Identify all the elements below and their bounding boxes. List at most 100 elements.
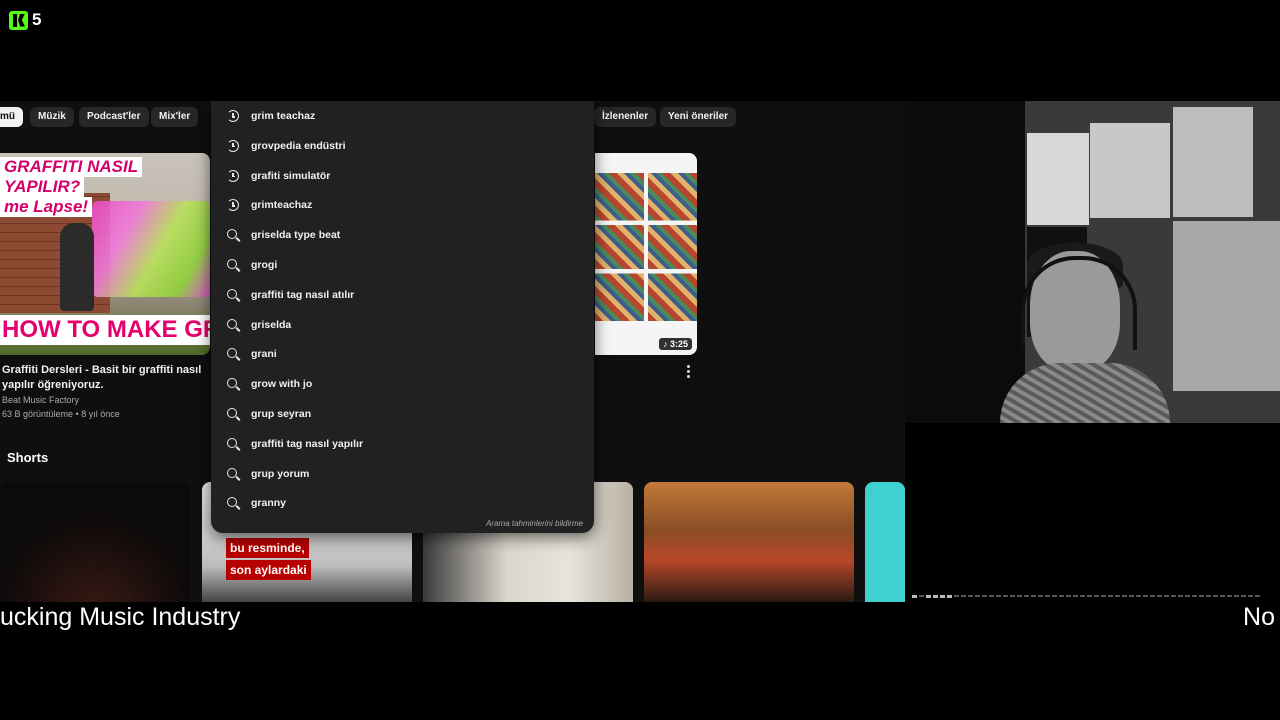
suggestion-item[interactable]: graffiti tag nasıl yapılır — [211, 429, 594, 459]
suggestion-text: grani — [251, 348, 277, 361]
thumb-bottom-text: HOW TO MAKE GR — [0, 315, 210, 345]
suggestion-item[interactable]: griselda — [211, 310, 594, 340]
suggestion-item[interactable]: graffiti tag nasıl atılır — [211, 280, 594, 310]
suggestion-text: graffiti tag nasıl atılır — [251, 288, 355, 301]
meter-segment — [1227, 595, 1232, 597]
meter-segment — [1199, 595, 1204, 597]
meter-segment — [982, 595, 987, 597]
poster — [1090, 123, 1170, 218]
meter-segment — [1017, 595, 1022, 597]
suggestion-item[interactable]: grim teachaz — [211, 101, 594, 131]
shorts-heading: Shorts — [7, 450, 49, 465]
meter-segment — [996, 595, 1001, 597]
suggestion-text: grafiti simulatör — [251, 169, 331, 182]
short-card[interactable] — [0, 482, 190, 602]
kick-logo-icon — [9, 10, 28, 30]
meter-segment — [1220, 595, 1225, 597]
suggestion-item[interactable]: grogi — [211, 250, 594, 280]
meter-segment — [1248, 595, 1253, 597]
meter-segment — [968, 595, 973, 597]
meter-segment — [1024, 595, 1029, 597]
search-icon — [226, 318, 240, 332]
suggestion-item[interactable]: grani — [211, 339, 594, 369]
meter-segment — [1122, 595, 1127, 597]
video-thumbnail-2[interactable]: ♪ 3:25 — [595, 153, 697, 355]
meter-segment — [1129, 595, 1134, 597]
search-icon — [226, 258, 240, 272]
meter-segment — [1038, 595, 1043, 597]
search-icon — [226, 347, 240, 361]
chip-mixes[interactable]: Mix'ler — [151, 107, 199, 127]
poster — [1173, 107, 1253, 217]
meter-segment — [1192, 595, 1197, 597]
headset-icon — [1021, 256, 1137, 350]
meter-segment — [1052, 595, 1057, 597]
video-title[interactable]: Graffiti Dersleri - Basit bir graffiti n… — [2, 363, 222, 393]
suggestion-text: griselda type beat — [251, 229, 341, 242]
meter-segment — [1241, 595, 1246, 597]
meter-segment — [1185, 595, 1190, 597]
suggestion-item[interactable]: grafiti simulatör — [211, 161, 594, 191]
meter-segment — [1059, 595, 1064, 597]
meter-segment — [947, 594, 952, 598]
meter-segment — [1087, 595, 1092, 597]
chip-new-suggestions[interactable]: Yeni öneriler — [660, 107, 737, 127]
search-icon — [226, 496, 240, 510]
suggestion-item[interactable]: grup seyran — [211, 399, 594, 429]
meter-segment — [1213, 595, 1218, 597]
suggestion-item[interactable]: grup yorum — [211, 459, 594, 489]
meter-segment — [961, 595, 966, 597]
history-icon — [226, 139, 240, 153]
ticker-text: ucking Music Industry — [0, 603, 241, 631]
report-predictions-link[interactable]: Arama tahminlerini bildirme — [486, 519, 583, 528]
suggestion-text: grimteachaz — [251, 199, 313, 212]
chip-watched[interactable]: İzlenenler — [594, 107, 657, 127]
meter-segment — [989, 595, 994, 597]
poster — [1027, 133, 1089, 225]
thumbnail-graffiti — [92, 201, 210, 297]
channel-name[interactable]: Beat Music Factory — [2, 395, 79, 405]
suggestion-item[interactable]: granny — [211, 488, 594, 518]
thumb-text-line: GRAFFITI NASIL — [0, 157, 143, 177]
meter-segment — [1108, 595, 1113, 597]
meter-segment — [1164, 595, 1169, 597]
meter-segment — [1115, 595, 1120, 597]
audio-level-meter — [912, 592, 1272, 600]
short-caption: son aylardaki — [226, 560, 311, 580]
video-thumbnail[interactable]: GRAFFITI NASIL YAPILIR? me Lapse! HOW TO… — [0, 153, 210, 355]
suggestion-item[interactable]: grovpedia endüstri — [211, 131, 594, 161]
stream-logo: 5 — [9, 10, 41, 30]
meter-segment — [1178, 595, 1183, 597]
chip-all[interactable]: mü — [0, 107, 23, 127]
suggestion-text: grup seyran — [251, 408, 312, 420]
history-icon — [226, 109, 240, 123]
more-options-icon[interactable] — [687, 365, 690, 380]
short-card[interactable] — [865, 482, 905, 602]
suggestion-text: grup yorum — [251, 467, 310, 480]
history-icon — [226, 169, 240, 183]
poster — [1173, 221, 1280, 391]
meter-segment — [1150, 595, 1155, 597]
meter-segment — [1255, 595, 1260, 597]
meter-segment — [975, 595, 980, 597]
search-icon — [226, 437, 240, 451]
history-icon — [226, 198, 240, 212]
suggestion-item[interactable]: griselda type beat — [211, 220, 594, 250]
suggestion-text: grim teachaz — [251, 110, 316, 122]
meter-segment — [1010, 595, 1015, 597]
chip-music[interactable]: Müzik — [30, 107, 74, 127]
meter-segment — [1136, 595, 1141, 597]
suggestion-text: graffiti tag nasıl yapılır — [251, 437, 364, 450]
search-icon — [226, 288, 240, 302]
meter-segment — [1080, 595, 1085, 597]
short-card[interactable] — [644, 482, 854, 602]
meter-segment — [1171, 595, 1176, 597]
suggestion-item[interactable]: grimteachaz — [211, 190, 594, 220]
search-icon — [226, 467, 240, 481]
suggestion-item[interactable]: grow with jo — [211, 369, 594, 399]
search-icon — [226, 228, 240, 242]
video-stats: 63 B görüntüleme • 8 yıl önce — [2, 409, 120, 419]
chip-podcasts[interactable]: Podcast'ler — [79, 107, 149, 127]
meter-segment — [919, 595, 924, 597]
meter-segment — [1003, 595, 1008, 597]
